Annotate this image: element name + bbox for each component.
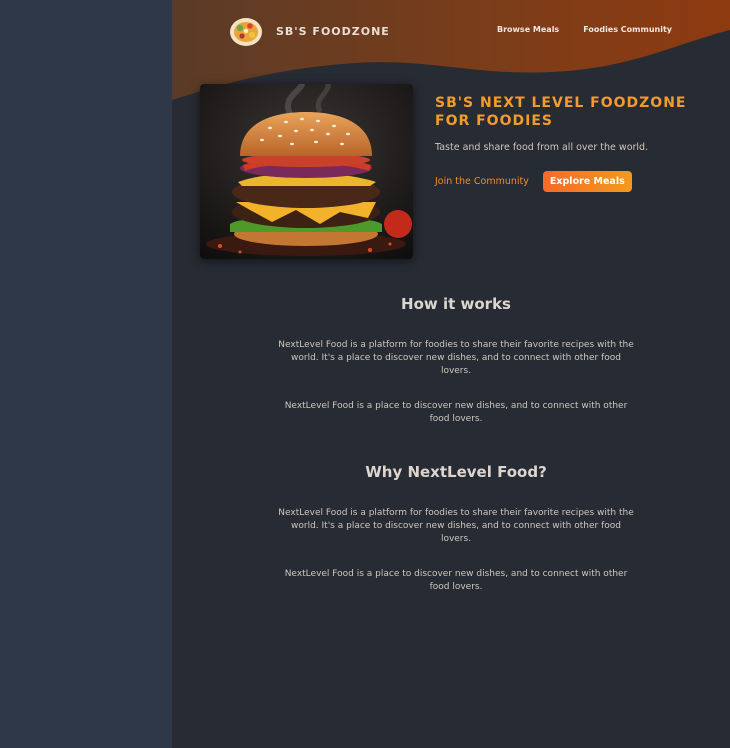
brand-name: SB'S FOODZONE [276,24,390,38]
main-nav: Browse Meals Foodies Community [497,25,672,34]
why-section: Why NextLevel Food? NextLevel Food is a … [276,463,636,594]
food-plate-logo-icon [230,18,262,46]
burger-image [200,84,413,259]
hero-subtitle: Taste and share food from all over the w… [435,142,649,153]
nav-browse-meals[interactable]: Browse Meals [497,25,559,34]
explore-meals-button[interactable]: Explore Meals [542,171,632,192]
hero-title: SB'S NEXT LEVEL FOODZONE FOR FOODIES [435,95,687,129]
hero-cta: Join the Community Explore Meals [435,171,695,192]
why-paragraph-2: NextLevel Food is a place to discover ne… [284,569,628,592]
left-empty-area [0,0,172,748]
join-community-link[interactable]: Join the Community [435,176,529,187]
how-it-works-paragraph-1: NextLevel Food is a platform for foodies… [278,340,634,376]
hero-text: SB'S NEXT LEVEL FOODZONE FOR FOODIES Tas… [435,94,695,192]
page: SB'S FOODZONE Browse Meals Foodies Commu… [172,0,730,748]
how-it-works-paragraph-2: NextLevel Food is a place to discover ne… [284,401,628,424]
why-title: Why NextLevel Food? [365,463,547,481]
why-paragraph-1: NextLevel Food is a platform for foodies… [278,508,634,544]
how-it-works-section: How it works NextLevel Food is a platfor… [276,295,636,426]
nav-foodies-community[interactable]: Foodies Community [583,25,672,34]
how-it-works-title: How it works [401,295,511,313]
brand[interactable]: SB'S FOODZONE [228,14,390,48]
